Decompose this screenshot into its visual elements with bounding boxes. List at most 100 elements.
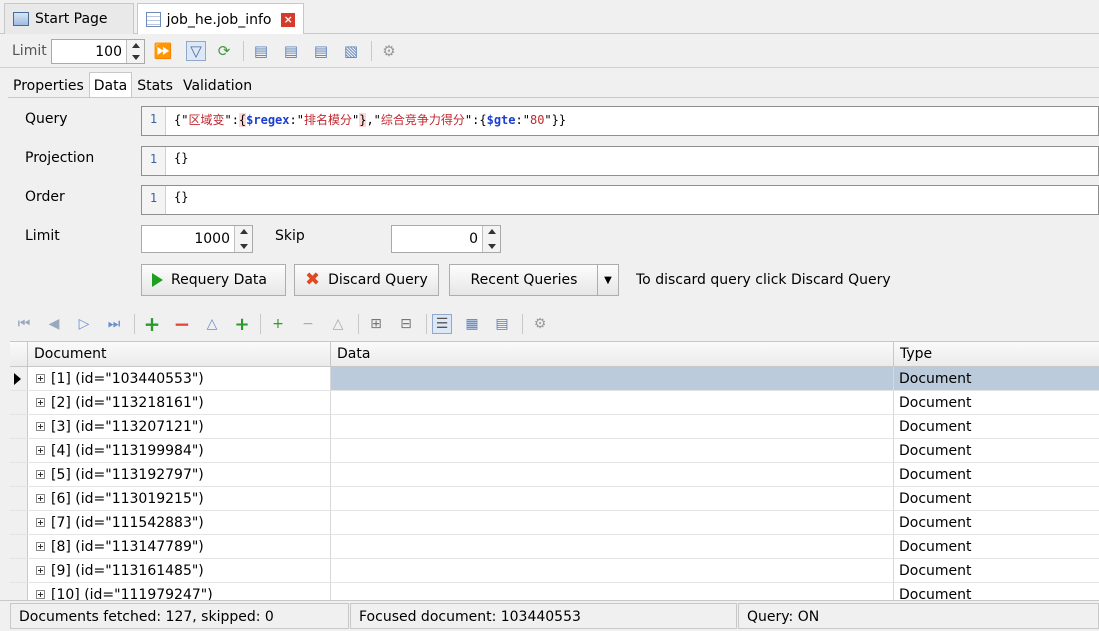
projection-editor[interactable]: 1 {} bbox=[141, 146, 1099, 176]
data-cell[interactable] bbox=[331, 439, 894, 462]
expand-icon[interactable] bbox=[36, 446, 45, 455]
filter-icon[interactable]: ▽ bbox=[186, 41, 206, 61]
requery-data-button[interactable]: Requery Data bbox=[141, 264, 286, 296]
expand-icon[interactable] bbox=[36, 566, 45, 575]
discard-query-button[interactable]: ✖ Discard Query bbox=[294, 264, 439, 296]
import-icon[interactable]: ▤ bbox=[281, 41, 301, 61]
data-cell[interactable] bbox=[331, 511, 894, 534]
remove-icon[interactable]: − bbox=[172, 312, 192, 336]
tab-validation[interactable]: Validation bbox=[178, 72, 257, 98]
skip-spinner[interactable]: 0 bbox=[391, 225, 501, 253]
expand-icon[interactable] bbox=[36, 422, 45, 431]
data-cell[interactable] bbox=[331, 391, 894, 414]
data-cell[interactable] bbox=[331, 559, 894, 582]
expand-icon[interactable] bbox=[36, 398, 45, 407]
expand-all-icon[interactable]: ⊞ bbox=[366, 314, 386, 334]
order-editor[interactable]: 1 {} bbox=[141, 185, 1099, 215]
text-view-icon[interactable]: ▤ bbox=[492, 314, 512, 334]
export-icon[interactable]: ▤ bbox=[251, 41, 271, 61]
table-row[interactable]: [8] (id="113147789") Document bbox=[10, 535, 1099, 559]
type-cell: Document bbox=[899, 442, 972, 459]
insert-icon[interactable]: + bbox=[268, 314, 288, 334]
gear-icon[interactable]: ⚙ bbox=[530, 314, 550, 334]
field-up-icon[interactable]: △ bbox=[328, 314, 348, 334]
collapse-all-icon[interactable]: ⊟ bbox=[396, 314, 416, 334]
type-cell: Document bbox=[899, 466, 972, 483]
skip-value: 0 bbox=[469, 231, 478, 247]
prev-record-icon[interactable]: ◀ bbox=[44, 314, 64, 334]
refresh-icon[interactable]: ⟳ bbox=[214, 41, 234, 61]
add-child-icon[interactable]: + bbox=[232, 314, 252, 335]
column-document[interactable]: Document bbox=[28, 342, 331, 367]
expand-icon[interactable] bbox=[36, 374, 45, 383]
spinner-arrows-icon[interactable] bbox=[126, 40, 144, 63]
table-row[interactable]: [4] (id="113199984") Document bbox=[10, 439, 1099, 463]
table-row[interactable]: [9] (id="113161485") Document bbox=[10, 559, 1099, 583]
row-indicator bbox=[10, 367, 28, 390]
data-cell[interactable] bbox=[331, 367, 894, 390]
first-record-icon[interactable]: ⏮ bbox=[14, 314, 34, 334]
table-row[interactable]: [3] (id="113207121") Document bbox=[10, 415, 1099, 439]
tab-properties[interactable]: Properties bbox=[8, 72, 89, 98]
expand-icon[interactable] bbox=[36, 470, 45, 479]
data-cell[interactable] bbox=[331, 583, 894, 600]
expand-icon[interactable] bbox=[36, 542, 45, 551]
table-row[interactable]: [10] (id="111979247") Document bbox=[10, 583, 1099, 600]
table-row[interactable]: [1] (id="103440553") Document bbox=[10, 367, 1099, 391]
expand-icon[interactable] bbox=[36, 590, 45, 599]
discard-label: Discard Query bbox=[328, 272, 428, 288]
next-record-icon[interactable]: ▷ bbox=[74, 314, 94, 334]
line-number: 1 bbox=[142, 107, 166, 135]
gear-icon[interactable]: ⚙ bbox=[379, 41, 399, 61]
table-row[interactable]: [7] (id="111542883") Document bbox=[10, 511, 1099, 535]
separator bbox=[260, 314, 261, 334]
tab-start-page[interactable]: Start Page bbox=[4, 3, 134, 34]
line-number: 1 bbox=[142, 147, 166, 175]
header-indicator bbox=[10, 342, 28, 367]
tree-view-icon[interactable]: ☰ bbox=[432, 314, 452, 334]
document-cell: [6] (id="113019215") bbox=[51, 490, 204, 507]
query-editor[interactable]: 1 {"区域变":{$regex:"排名模分"},"综合竞争力得分":{$gte… bbox=[141, 106, 1099, 136]
column-type[interactable]: Type bbox=[894, 342, 1099, 367]
last-record-icon[interactable]: ⏭ bbox=[104, 314, 124, 334]
recent-queries-button[interactable]: Recent Queries bbox=[449, 264, 599, 296]
copy-icon[interactable]: ▤ bbox=[311, 41, 331, 61]
table-row[interactable]: [2] (id="113218161") Document bbox=[10, 391, 1099, 415]
limit-label: Limit bbox=[12, 43, 47, 59]
delete-field-icon[interactable]: − bbox=[298, 314, 318, 334]
discard-hint: To discard query click Discard Query bbox=[636, 272, 891, 288]
expand-icon[interactable] bbox=[36, 518, 45, 527]
play-icon bbox=[152, 273, 163, 287]
data-cell[interactable] bbox=[331, 415, 894, 438]
data-cell[interactable] bbox=[331, 463, 894, 486]
close-icon[interactable]: × bbox=[281, 12, 295, 27]
status-bar: Documents fetched: 127, skipped: 0 Focus… bbox=[0, 600, 1099, 631]
separator bbox=[426, 314, 427, 334]
spinner-arrows-icon[interactable] bbox=[234, 226, 252, 252]
limit-spinner[interactable]: 100 bbox=[51, 39, 145, 64]
tab-stats[interactable]: Stats bbox=[132, 72, 178, 98]
table-row[interactable]: [5] (id="113192797") Document bbox=[10, 463, 1099, 487]
fetch-next-icon[interactable]: ⏩ bbox=[153, 41, 173, 61]
query-limit-spinner[interactable]: 1000 bbox=[141, 225, 253, 253]
paste-icon[interactable]: ▧ bbox=[341, 41, 361, 61]
add-icon[interactable]: + bbox=[142, 312, 162, 336]
column-data[interactable]: Data bbox=[331, 342, 894, 367]
grid-header: Document Data Type bbox=[10, 342, 1099, 367]
tab-job-info[interactable]: job_he.job_info × bbox=[137, 3, 304, 35]
recent-queries-dropdown[interactable]: ▼ bbox=[597, 264, 619, 296]
tab-label: job_he.job_info bbox=[166, 11, 272, 28]
document-tab-bar: Start Page job_he.job_info × bbox=[0, 0, 1099, 35]
type-cell: Document bbox=[899, 514, 972, 531]
expand-icon[interactable] bbox=[36, 494, 45, 503]
data-cell[interactable] bbox=[331, 535, 894, 558]
grid-view-icon[interactable]: ▦ bbox=[462, 314, 482, 334]
move-up-icon[interactable]: △ bbox=[202, 314, 222, 334]
type-cell: Document bbox=[899, 490, 972, 507]
table-row[interactable]: [6] (id="113019215") Document bbox=[10, 487, 1099, 511]
data-cell[interactable] bbox=[331, 487, 894, 510]
spinner-arrows-icon[interactable] bbox=[482, 226, 500, 252]
document-cell: [1] (id="103440553") bbox=[51, 370, 204, 387]
projection-code: {} bbox=[174, 151, 189, 165]
tab-data[interactable]: Data bbox=[88, 72, 133, 98]
